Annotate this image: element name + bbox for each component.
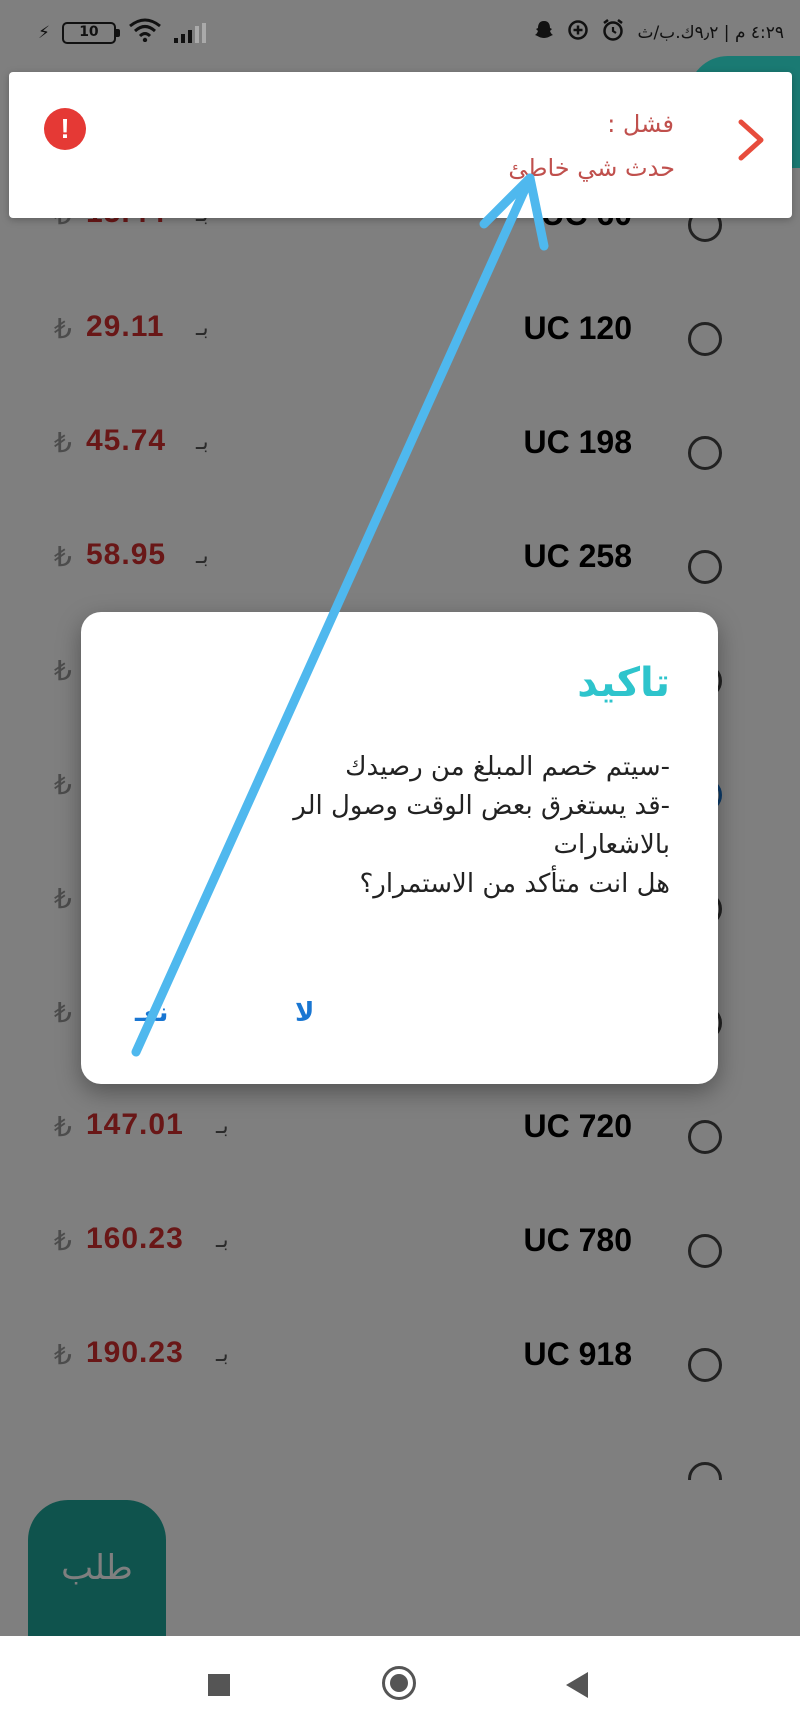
confirm-dialog: تاكيد -سيتم خصم المبلغ من رصيدك -قد يستغ… xyxy=(81,612,718,1084)
yes-button[interactable]: نعـ xyxy=(135,998,168,1028)
dialog-title: تاكيد xyxy=(577,660,670,706)
add-icon xyxy=(567,19,589,46)
status-time: ٤:٢٩ م | ٩٫٢ك.ب/ث xyxy=(637,22,784,43)
error-icon: ! xyxy=(44,108,86,150)
recents-icon[interactable] xyxy=(208,1674,230,1696)
status-bar: ⚡ 10 ٤:٢٩ م | ٩٫٢ك.ب/ث xyxy=(0,0,800,64)
no-button[interactable]: لا xyxy=(295,998,314,1028)
snapchat-icon xyxy=(533,19,555,46)
alarm-icon xyxy=(601,18,625,47)
battery-icon: 10 xyxy=(61,21,120,44)
chevron-right-icon[interactable] xyxy=(736,118,766,169)
charging-icon: ⚡ xyxy=(38,22,50,43)
home-icon[interactable] xyxy=(382,1666,416,1700)
toast-title: فشل : xyxy=(607,110,674,138)
toast-message: حدث شي خاطئ xyxy=(508,154,675,182)
wifi-icon xyxy=(128,18,162,47)
signal-icon xyxy=(173,22,206,43)
error-toast[interactable] xyxy=(9,72,792,218)
system-nav-bar xyxy=(0,1636,800,1734)
dialog-message: -سيتم خصم المبلغ من رصيدك -قد يستغرق بعض… xyxy=(293,752,670,899)
status-left: ⚡ 10 xyxy=(38,18,206,47)
status-right: ٤:٢٩ م | ٩٫٢ك.ب/ث xyxy=(533,18,784,47)
back-icon[interactable] xyxy=(566,1672,588,1698)
